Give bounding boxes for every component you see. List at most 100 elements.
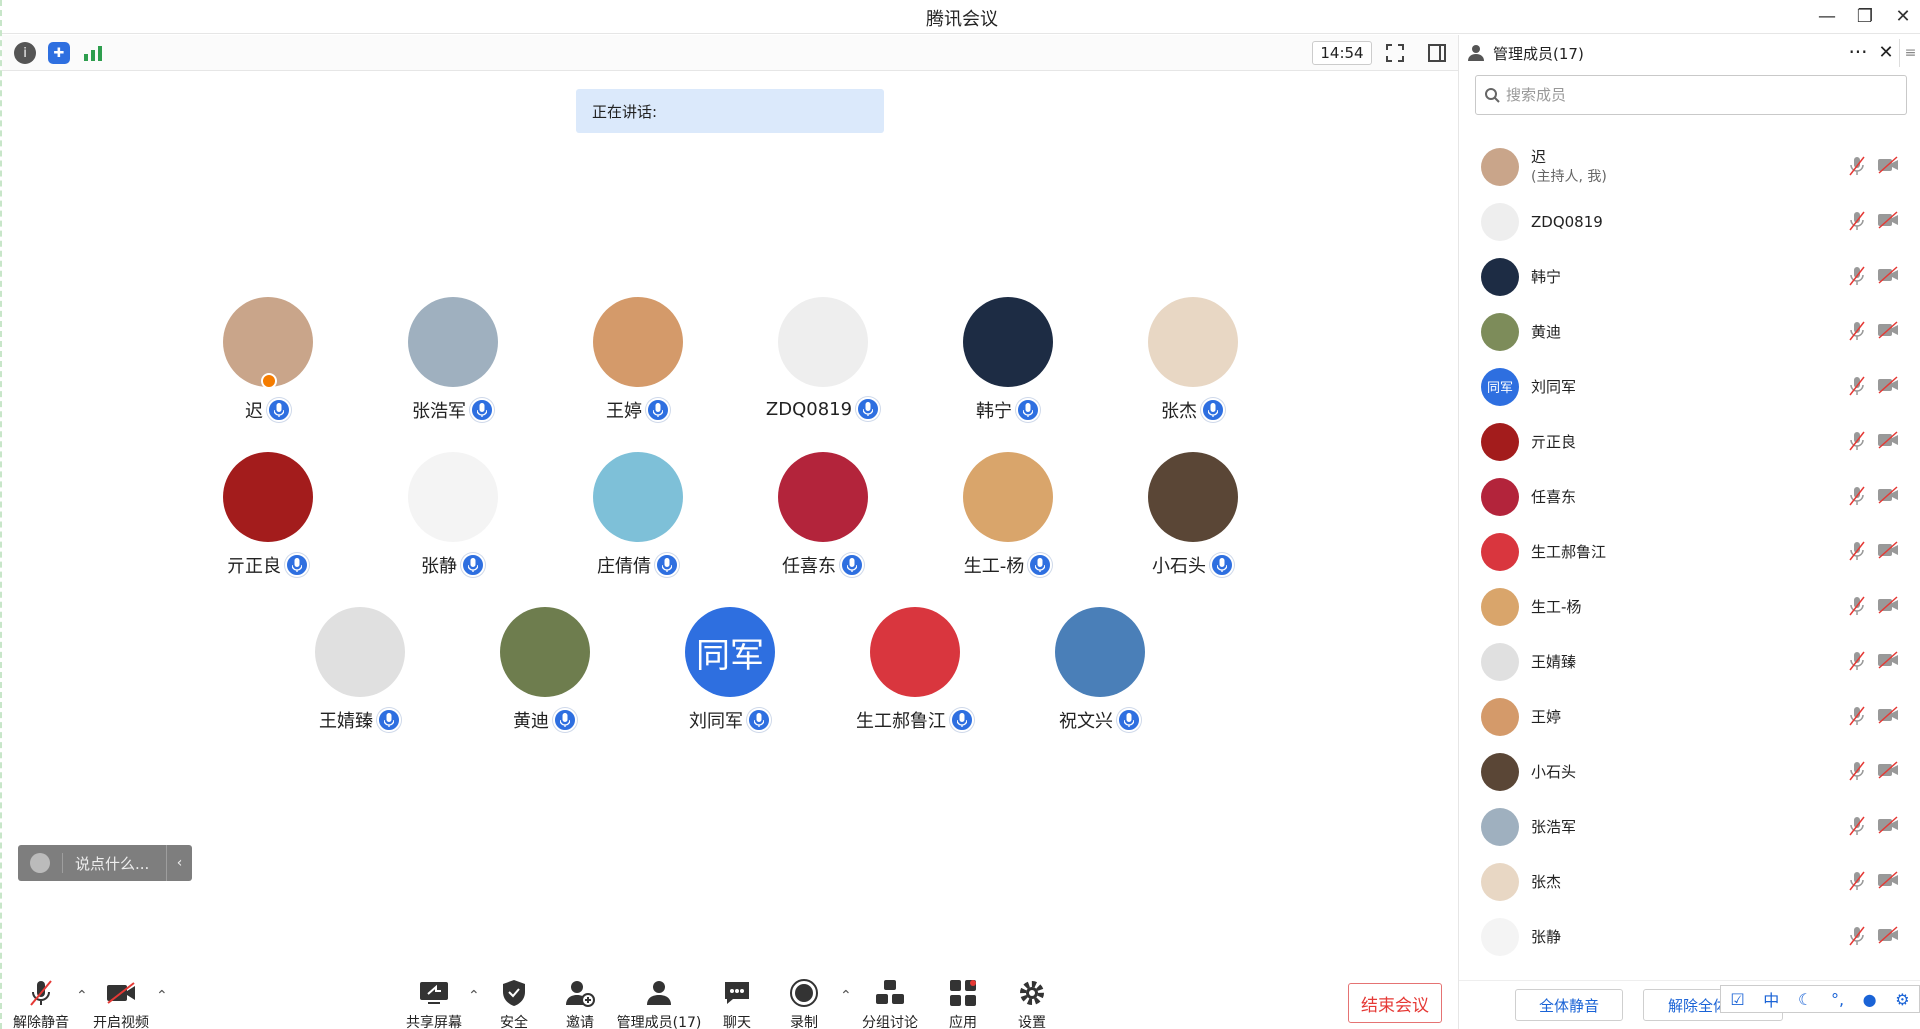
mic-icon <box>267 398 291 422</box>
moon-icon[interactable]: ☾ <box>1798 990 1812 1009</box>
punctuation-icon[interactable]: °, <box>1831 990 1844 1009</box>
fullscreen-icon[interactable] <box>1382 41 1408 65</box>
mic-muted-icon[interactable] <box>1847 376 1867 396</box>
search-input[interactable] <box>1506 86 1886 104</box>
layout-toggle-icon[interactable] <box>1424 41 1450 65</box>
video-off-icon[interactable] <box>1877 926 1899 946</box>
collapse-icon[interactable]: ‹ <box>166 845 192 881</box>
start-video-button[interactable]: 开启视频 <box>76 978 166 1029</box>
share-screen-button[interactable]: 共享屏幕 <box>389 978 479 1029</box>
video-off-icon[interactable] <box>1877 486 1899 506</box>
member-row[interactable]: 同军 刘同军 <box>1459 359 1920 414</box>
signal-icon[interactable] <box>82 42 104 64</box>
mic-muted-icon[interactable] <box>1847 926 1867 946</box>
participant-tile[interactable]: 王婧臻 <box>270 607 450 733</box>
menu-icon[interactable]: ≡ <box>1899 39 1920 67</box>
shield-icon[interactable]: ✚ <box>48 42 70 64</box>
video-off-icon[interactable] <box>1877 596 1899 616</box>
member-row[interactable]: 韩宁 <box>1459 249 1920 304</box>
video-off-icon[interactable] <box>1877 376 1899 396</box>
participant-tile[interactable]: 任喜东 <box>733 452 913 578</box>
record-button[interactable]: 录制 <box>759 978 849 1029</box>
manage-members-button[interactable]: 管理成员(17) <box>614 978 704 1029</box>
emoji-icon[interactable] <box>30 853 50 873</box>
mic-muted-icon[interactable] <box>1847 651 1867 671</box>
participant-tile[interactable]: 亓正良 <box>178 452 358 578</box>
info-icon[interactable]: i <box>14 42 36 64</box>
participant-tile[interactable]: 祝文兴 <box>1010 607 1190 733</box>
mic-muted-icon[interactable] <box>1847 706 1867 726</box>
participant-tile[interactable]: 生工-杨 <box>918 452 1098 578</box>
participant-tile[interactable]: 张静 <box>363 452 543 578</box>
participant-tile[interactable]: 张浩军 <box>363 297 543 423</box>
mic-muted-icon[interactable] <box>1847 156 1867 176</box>
mic-muted-icon[interactable] <box>1847 541 1867 561</box>
video-off-icon[interactable] <box>1877 431 1899 451</box>
mic-muted-icon[interactable] <box>1847 431 1867 451</box>
mic-muted-icon[interactable] <box>1847 321 1867 341</box>
member-search[interactable] <box>1475 75 1907 115</box>
member-row[interactable]: 王婧臻 <box>1459 634 1920 689</box>
avatar <box>408 297 498 387</box>
close-panel-icon[interactable]: ✕ <box>1873 39 1899 65</box>
participant-tile[interactable]: 庄倩倩 <box>548 452 728 578</box>
member-row[interactable]: 张静 <box>1459 909 1920 964</box>
member-row[interactable]: 小石头 <box>1459 744 1920 799</box>
mic-muted-icon[interactable] <box>1847 596 1867 616</box>
member-row[interactable]: 张杰 <box>1459 854 1920 909</box>
more-options-icon[interactable]: ··· <box>1845 39 1871 65</box>
end-meeting-button[interactable]: 结束会议 <box>1348 983 1442 1023</box>
settings-button[interactable]: 设置 <box>987 978 1077 1029</box>
video-options-icon[interactable]: ⌃ <box>156 988 168 1004</box>
member-row[interactable]: 黄迪 <box>1459 304 1920 359</box>
minimize-button[interactable]: — <box>1810 3 1844 29</box>
restore-button[interactable]: ❐ <box>1848 3 1882 29</box>
mic-muted-icon[interactable] <box>1847 816 1867 836</box>
close-window-button[interactable]: ✕ <box>1886 3 1920 29</box>
ime-mode[interactable]: 中 <box>1763 987 1779 1011</box>
ime-edit-icon[interactable]: ☑ <box>1730 990 1744 1009</box>
video-off-icon[interactable] <box>1877 321 1899 341</box>
video-off-icon[interactable] <box>1877 541 1899 561</box>
member-row[interactable]: 任喜东 <box>1459 469 1920 524</box>
video-off-icon[interactable] <box>1877 266 1899 286</box>
member-row[interactable]: 迟 (主持人, 我) <box>1459 139 1920 194</box>
participant-tile[interactable]: 小石头 <box>1103 452 1283 578</box>
video-off-icon[interactable] <box>1877 156 1899 176</box>
participant-tile[interactable]: 生工郝鲁江 <box>825 607 1005 733</box>
participant-name: 王婷 <box>606 401 642 422</box>
mic-muted-icon[interactable] <box>1847 486 1867 506</box>
member-row[interactable]: 王婷 <box>1459 689 1920 744</box>
participant-tile[interactable]: 张杰 <box>1103 297 1283 423</box>
mic-muted-icon[interactable] <box>1847 761 1867 781</box>
mic-muted-icon <box>26 978 56 1008</box>
mic-muted-icon[interactable] <box>1847 266 1867 286</box>
participant-tile[interactable]: 韩宁 <box>918 297 1098 423</box>
user-icon[interactable]: ● <box>1863 990 1877 1009</box>
participant-tile[interactable]: 黄迪 <box>455 607 635 733</box>
ime-gear-icon[interactable]: ⚙ <box>1895 990 1909 1009</box>
video-off-icon[interactable] <box>1877 761 1899 781</box>
mute-all-button[interactable]: 全体静音 <box>1515 989 1623 1021</box>
member-row[interactable]: ZDQ0819 <box>1459 194 1920 249</box>
unmute-button[interactable]: 解除静音 <box>0 978 86 1029</box>
mic-muted-icon[interactable] <box>1847 211 1867 231</box>
member-row[interactable]: 张浩军 <box>1459 799 1920 854</box>
invite-button[interactable]: 邀请 <box>535 978 625 1029</box>
video-off-icon[interactable] <box>1877 651 1899 671</box>
participant-tile[interactable]: 迟 <box>178 297 358 423</box>
video-off-icon[interactable] <box>1877 816 1899 836</box>
video-off-icon[interactable] <box>1877 706 1899 726</box>
participant-tile[interactable]: 同军 刘同军 <box>640 607 820 733</box>
mic-muted-icon[interactable] <box>1847 871 1867 891</box>
video-off-icon[interactable] <box>1877 871 1899 891</box>
participant-tile[interactable]: ZDQ0819 <box>733 297 913 421</box>
ime-toolbar[interactable]: ☑ 中 ☾ °, ● ⚙ <box>1720 985 1920 1013</box>
participant-tile[interactable]: 王婷 <box>548 297 728 423</box>
video-off-icon[interactable] <box>1877 211 1899 231</box>
member-row[interactable]: 生工-杨 <box>1459 579 1920 634</box>
video-label: 开启视频 <box>93 1015 149 1029</box>
member-row[interactable]: 生工郝鲁江 <box>1459 524 1920 579</box>
chat-quick-input[interactable]: 说点什么... ‹ <box>18 845 192 881</box>
member-row[interactable]: 亓正良 <box>1459 414 1920 469</box>
